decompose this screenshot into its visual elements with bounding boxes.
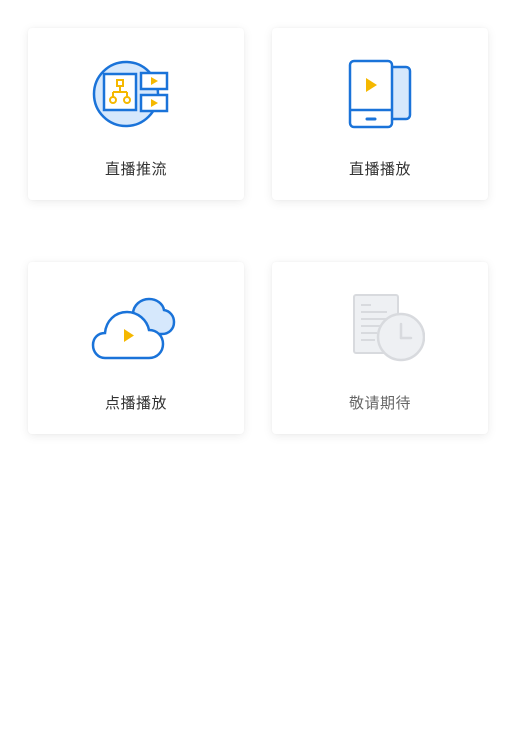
card-vod-play[interactable]: 点播播放 xyxy=(28,262,244,434)
coming-soon-icon xyxy=(335,292,425,364)
card-coming-soon: 敬请期待 xyxy=(272,262,488,434)
card-label: 敬请期待 xyxy=(348,394,411,412)
card-live-push[interactable]: 直播推流 xyxy=(28,28,244,200)
card-label: 直播推流 xyxy=(104,160,167,178)
card-live-play[interactable]: 直播播放 xyxy=(272,28,488,200)
vod-play-icon xyxy=(91,292,181,364)
service-grid-page: 直播推流 直播播放 点播播放 敬请期待 xyxy=(0,0,517,753)
live-push-icon xyxy=(91,58,181,130)
live-play-icon xyxy=(335,58,425,130)
card-label: 直播播放 xyxy=(348,160,411,178)
card-label: 点播播放 xyxy=(104,394,167,412)
